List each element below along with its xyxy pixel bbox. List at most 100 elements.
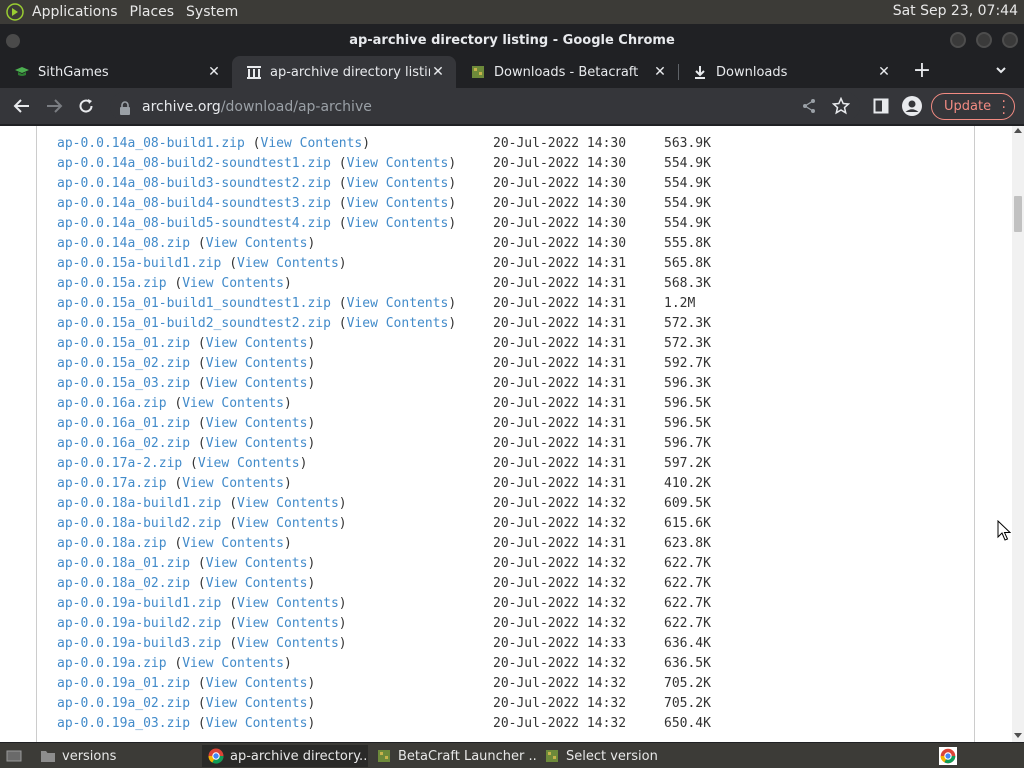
file-link[interactable]: ap-0.0.16a_01.zip	[57, 416, 190, 431]
back-arrow-icon[interactable]	[12, 96, 32, 116]
view-contents-link[interactable]: View Contents	[206, 376, 308, 391]
close-window-icon[interactable]	[1002, 32, 1018, 48]
lock-icon[interactable]	[118, 100, 132, 115]
share-icon[interactable]	[799, 96, 819, 116]
taskbar-item-select-version[interactable]: Select version	[538, 745, 704, 767]
view-contents-link[interactable]: View Contents	[347, 176, 449, 191]
forward-arrow-icon[interactable]	[44, 96, 64, 116]
file-link[interactable]: ap-0.0.15a_01-build1_soundtest1.zip	[57, 296, 331, 311]
view-contents-link[interactable]: View Contents	[237, 596, 339, 611]
taskbar-item-versions[interactable]: versions	[34, 745, 200, 767]
view-contents-link[interactable]: View Contents	[347, 156, 449, 171]
file-link[interactable]: ap-0.0.15a.zip	[57, 276, 167, 291]
file-link[interactable]: ap-0.0.14a_08-build1.zip	[57, 136, 245, 151]
view-contents-link[interactable]: View Contents	[237, 256, 339, 271]
view-contents-link[interactable]: View Contents	[182, 536, 284, 551]
file-link[interactable]: ap-0.0.14a_08-build3-soundtest2.zip	[57, 176, 331, 191]
address-bar[interactable]: archive.org/download/ap-archive	[110, 92, 860, 121]
scroll-up-arrow-icon[interactable]	[1014, 128, 1022, 133]
file-link[interactable]: ap-0.0.15a-build1.zip	[57, 256, 221, 271]
tab-betacraft-downloads[interactable]: Downloads - Betacraft ✕	[456, 56, 678, 88]
scroll-down-arrow-icon[interactable]	[1014, 733, 1022, 738]
view-contents-link[interactable]: View Contents	[261, 136, 363, 151]
profile-avatar-icon[interactable]	[902, 96, 922, 116]
file-link[interactable]: ap-0.0.16a.zip	[57, 396, 167, 411]
file-link[interactable]: ap-0.0.17a-2.zip	[57, 456, 182, 471]
system-menu[interactable]: System	[184, 4, 248, 20]
file-link[interactable]: ap-0.0.15a_01-build2_soundtest2.zip	[57, 316, 331, 331]
view-contents-link[interactable]: View Contents	[206, 336, 308, 351]
view-contents-link[interactable]: View Contents	[206, 436, 308, 451]
file-link[interactable]: ap-0.0.14a_08-build4-soundtest3.zip	[57, 196, 331, 211]
view-contents-link[interactable]: View Contents	[198, 456, 300, 471]
bookmark-star-icon[interactable]	[831, 96, 851, 116]
file-link[interactable]: ap-0.0.19a-build2.zip	[57, 616, 221, 631]
view-contents-link[interactable]: View Contents	[237, 496, 339, 511]
view-contents-link[interactable]: View Contents	[206, 556, 308, 571]
close-tab-icon[interactable]: ✕	[876, 64, 892, 80]
view-contents-link[interactable]: View Contents	[206, 416, 308, 431]
file-link[interactable]: ap-0.0.19a.zip	[57, 656, 167, 671]
file-link[interactable]: ap-0.0.18a-build2.zip	[57, 516, 221, 531]
view-contents-link[interactable]: View Contents	[206, 696, 308, 711]
places-menu[interactable]: Places	[128, 4, 185, 20]
side-panel-icon[interactable]	[871, 96, 891, 116]
tab-downloads[interactable]: Downloads ✕	[678, 56, 902, 88]
close-tab-icon[interactable]: ✕	[652, 64, 668, 80]
scrollbar-thumb[interactable]	[1014, 196, 1022, 232]
tray-chrome-icon[interactable]	[936, 745, 960, 767]
file-link[interactable]: ap-0.0.17a.zip	[57, 476, 167, 491]
view-contents-link[interactable]: View Contents	[347, 316, 449, 331]
new-tab-icon[interactable]: +	[912, 60, 932, 82]
window-menu-icon[interactable]	[6, 34, 20, 48]
file-link[interactable]: ap-0.0.15a_01.zip	[57, 336, 190, 351]
file-link[interactable]: ap-0.0.16a_02.zip	[57, 436, 190, 451]
applications-menu[interactable]: Applications	[30, 4, 128, 20]
minimize-icon[interactable]	[950, 32, 966, 48]
view-contents-link[interactable]: View Contents	[206, 576, 308, 591]
taskbar-item-chrome[interactable]: ap-archive directory...	[202, 745, 368, 767]
file-link[interactable]: ap-0.0.15a_02.zip	[57, 356, 190, 371]
file-link[interactable]: ap-0.0.19a_02.zip	[57, 696, 190, 711]
view-contents-link[interactable]: View Contents	[206, 676, 308, 691]
view-contents-link[interactable]: View Contents	[237, 516, 339, 531]
update-button[interactable]: Update · · ·	[931, 93, 1015, 121]
tab-ap-archive[interactable]: ap-archive directory listing ✕	[232, 56, 456, 88]
chevron-down-icon[interactable]	[992, 64, 1010, 82]
close-tab-icon[interactable]: ✕	[430, 64, 446, 80]
reload-icon[interactable]	[76, 96, 96, 116]
view-contents-link[interactable]: View Contents	[347, 216, 449, 231]
file-link[interactable]: ap-0.0.18a-build1.zip	[57, 496, 221, 511]
view-contents-link[interactable]: View Contents	[347, 196, 449, 211]
file-link[interactable]: ap-0.0.14a_08-build2-soundtest1.zip	[57, 156, 331, 171]
file-link[interactable]: ap-0.0.19a_03.zip	[57, 716, 190, 731]
file-link[interactable]: ap-0.0.18a_02.zip	[57, 576, 190, 591]
file-link[interactable]: ap-0.0.14a_08.zip	[57, 236, 190, 251]
file-link[interactable]: ap-0.0.19a-build1.zip	[57, 596, 221, 611]
view-contents-link[interactable]: View Contents	[182, 396, 284, 411]
close-tab-icon[interactable]: ✕	[206, 64, 222, 80]
file-link[interactable]: ap-0.0.19a_01.zip	[57, 676, 190, 691]
clock[interactable]: Sat Sep 23, 07:44	[893, 3, 1018, 19]
file-link[interactable]: ap-0.0.18a_01.zip	[57, 556, 190, 571]
view-contents-link[interactable]: View Contents	[206, 716, 308, 731]
view-contents-link[interactable]: View Contents	[206, 356, 308, 371]
view-contents-link[interactable]: View Contents	[237, 636, 339, 651]
distro-logo-icon[interactable]	[4, 1, 26, 23]
file-link[interactable]: ap-0.0.14a_08-build5-soundtest4.zip	[57, 216, 331, 231]
page-scrollbar[interactable]	[1012, 126, 1024, 742]
view-contents-link[interactable]: View Contents	[347, 296, 449, 311]
file-link[interactable]: ap-0.0.18a.zip	[57, 536, 167, 551]
tab-sithgames[interactable]: SithGames ✕	[0, 56, 232, 88]
view-contents-link[interactable]: View Contents	[182, 276, 284, 291]
view-contents-link[interactable]: View Contents	[237, 616, 339, 631]
taskbar-item-betacraft-launcher[interactable]: BetaCraft Launcher ...	[370, 745, 536, 767]
maximize-icon[interactable]	[976, 32, 992, 48]
more-menu-icon[interactable]: · · ·	[1002, 95, 1006, 121]
view-contents-link[interactable]: View Contents	[182, 476, 284, 491]
file-link[interactable]: ap-0.0.19a-build3.zip	[57, 636, 221, 651]
file-link[interactable]: ap-0.0.15a_03.zip	[57, 376, 190, 391]
view-contents-link[interactable]: View Contents	[182, 656, 284, 671]
show-desktop-icon[interactable]	[0, 745, 34, 767]
view-contents-link[interactable]: View Contents	[206, 236, 308, 251]
